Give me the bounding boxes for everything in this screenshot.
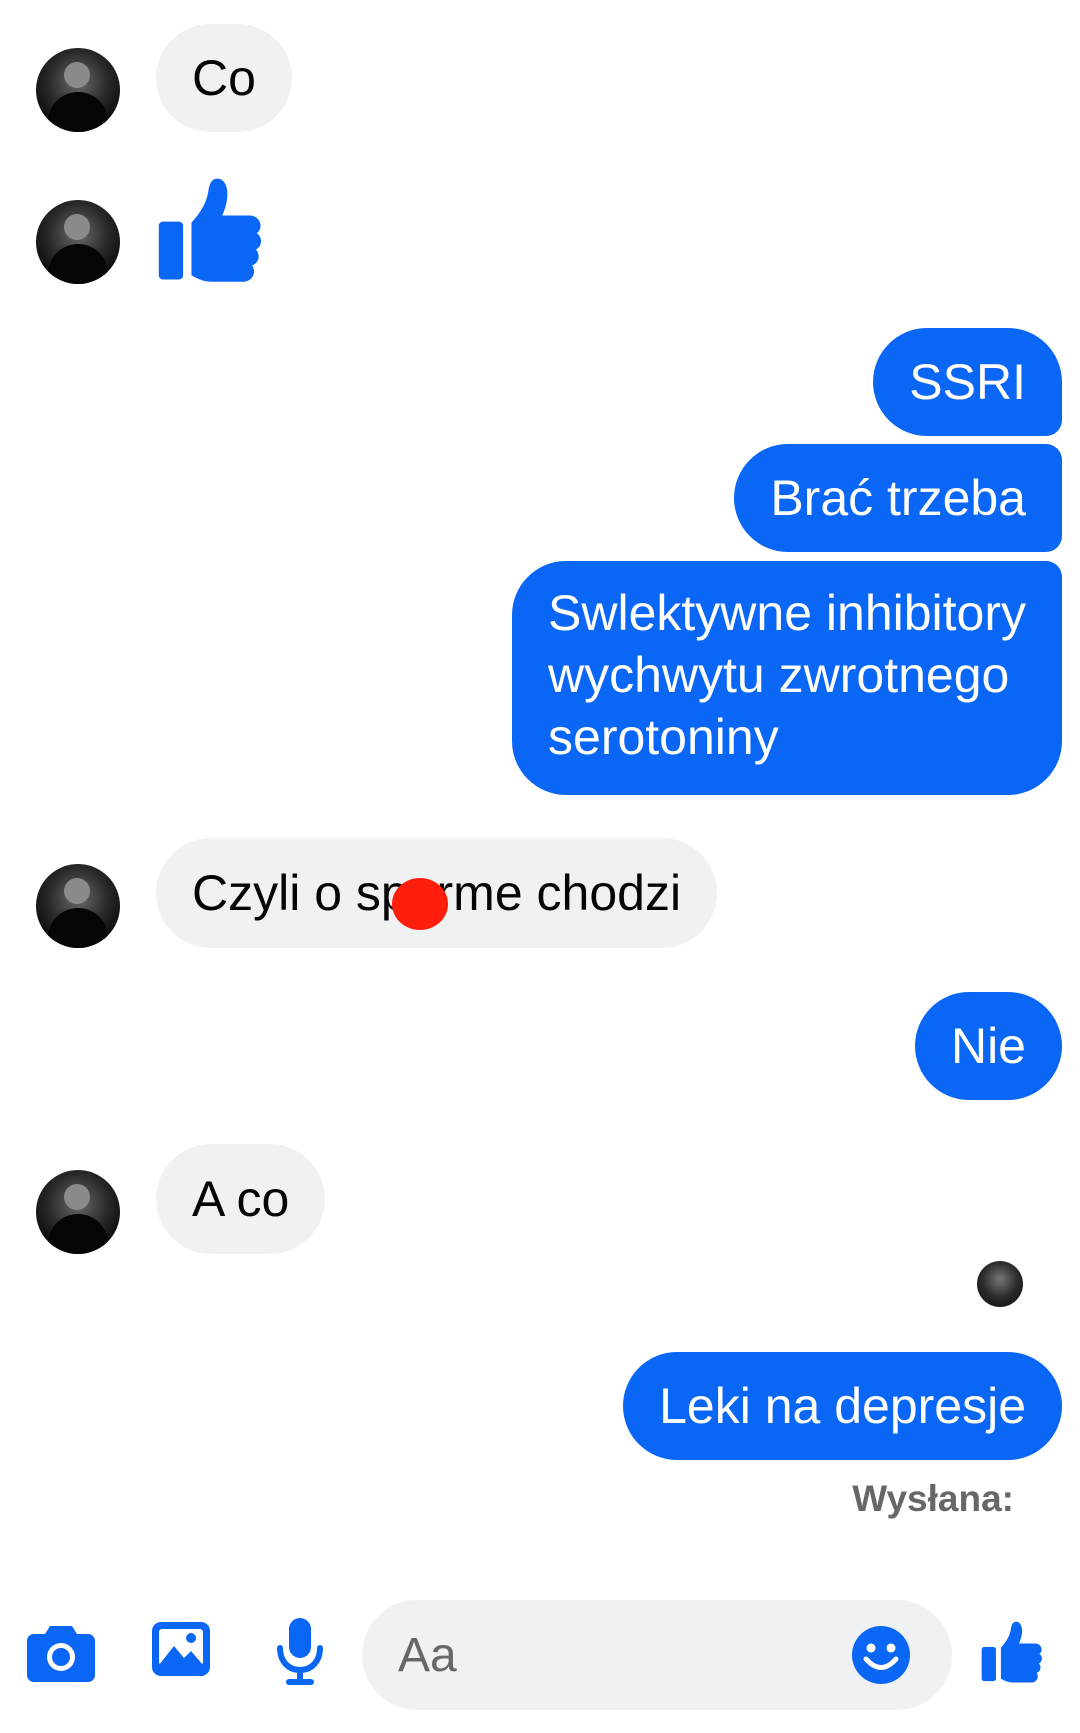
message-text: Co (192, 50, 256, 106)
smiley-icon[interactable] (850, 1624, 912, 1686)
outgoing-message[interactable]: Swlektywne inhibitory wychwytu zwrotnego… (512, 561, 1062, 795)
message-text-line: wychwytu zwrotnego (548, 647, 1010, 703)
outgoing-message[interactable]: Brać trzeba (734, 444, 1062, 552)
microphone-icon[interactable] (274, 1616, 326, 1688)
message-text-line: serotoniny (548, 709, 779, 765)
outgoing-message[interactable]: Leki na depresje (623, 1352, 1062, 1460)
outgoing-message[interactable]: Nie (914, 992, 1062, 1100)
message-text: Nie (950, 1018, 1026, 1074)
thumbs-up-icon[interactable] (156, 172, 268, 288)
composer-bar: Aa (0, 1590, 1080, 1733)
message-text-line: Swlektywne inhibitory (548, 585, 1026, 641)
contact-avatar[interactable] (36, 864, 120, 948)
message-input[interactable]: Aa (362, 1600, 952, 1710)
redaction-mark (392, 878, 448, 930)
message-text: Brać trzeba (770, 470, 1026, 526)
image-icon[interactable] (150, 1620, 212, 1678)
contact-avatar[interactable] (36, 200, 120, 284)
incoming-message[interactable]: A co (156, 1144, 326, 1254)
camera-icon[interactable] (26, 1622, 96, 1684)
read-receipt-avatar (977, 1261, 1023, 1307)
contact-avatar[interactable] (36, 48, 120, 132)
sent-status: Wysłana: (852, 1478, 1014, 1519)
message-input-placeholder: Aa (398, 1629, 457, 1682)
message-text: Leki na depresje (659, 1378, 1026, 1434)
message-text: A co (192, 1171, 290, 1227)
thumbs-up-icon[interactable] (980, 1618, 1046, 1686)
contact-avatar[interactable] (36, 1170, 120, 1254)
incoming-message[interactable]: Co (156, 24, 292, 132)
message-text: SSRI (909, 354, 1026, 410)
outgoing-message[interactable]: SSRI (873, 328, 1062, 436)
